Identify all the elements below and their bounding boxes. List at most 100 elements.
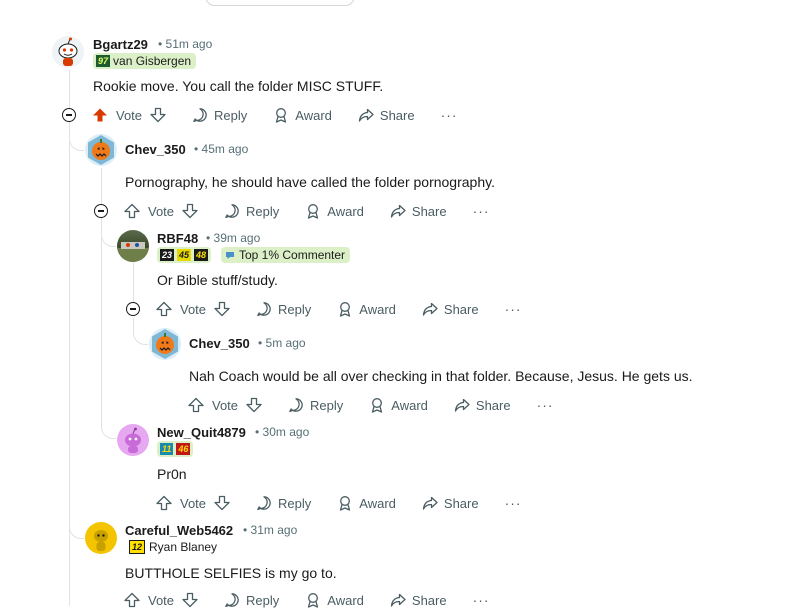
pumpkin-snoo-avatar-icon xyxy=(152,329,178,359)
upvote-icon[interactable] xyxy=(92,107,108,123)
reply-button[interactable]: Reply xyxy=(256,301,311,317)
collapse-thread-button[interactable] xyxy=(126,302,140,316)
collapse-thread-button[interactable] xyxy=(62,108,76,122)
thread-connector xyxy=(69,128,84,151)
share-button[interactable]: Share xyxy=(454,397,511,413)
award-button[interactable]: Award xyxy=(337,301,396,317)
reply-label: Reply xyxy=(246,592,280,608)
share-label: Share xyxy=(411,203,447,219)
award-button[interactable]: Award xyxy=(273,107,332,123)
pumpkin-snoo-avatar-icon xyxy=(88,135,114,165)
award-label: Award xyxy=(359,301,396,317)
reply-icon xyxy=(257,496,271,511)
more-options-icon[interactable]: ··· xyxy=(505,495,522,511)
share-label: Share xyxy=(443,301,479,317)
avatar[interactable] xyxy=(117,424,149,456)
award-label: Award xyxy=(359,495,396,511)
car-number-badge: 97 xyxy=(96,55,111,67)
comment-text: Pr0n xyxy=(157,466,187,482)
comment-text: Nah Coach would be all over checking in … xyxy=(189,368,693,384)
reply-button[interactable]: Reply xyxy=(192,107,247,123)
reply-icon xyxy=(193,108,207,123)
flair-text: Ryan Blaney xyxy=(149,540,218,554)
award-button[interactable]: Award xyxy=(305,203,364,219)
more-options-icon[interactable]: ··· xyxy=(505,301,522,317)
timestamp[interactable]: • 5m ago xyxy=(258,336,306,350)
share-button[interactable]: Share xyxy=(390,203,447,219)
vote-control: Vote xyxy=(156,301,230,317)
comment-text: Or Bible stuff/study. xyxy=(157,272,278,288)
award-icon xyxy=(340,302,351,317)
avatar[interactable] xyxy=(85,522,117,554)
comment-actions: Vote Reply Award Share ··· xyxy=(156,493,522,513)
award-label: Award xyxy=(327,203,364,219)
timestamp[interactable]: • 30m ago xyxy=(255,425,309,439)
comment-actions: Vote Reply Award Share ··· xyxy=(156,299,522,319)
downvote-icon[interactable] xyxy=(214,495,230,511)
award-icon xyxy=(276,108,287,123)
share-button[interactable]: Share xyxy=(422,301,479,317)
downvote-icon[interactable] xyxy=(182,203,198,219)
share-icon xyxy=(454,398,470,412)
username[interactable]: RBF48 xyxy=(157,231,198,246)
more-options-icon[interactable]: ··· xyxy=(441,107,458,123)
car-number-badge: 11 xyxy=(160,443,174,455)
award-icon xyxy=(372,398,383,413)
award-button[interactable]: Award xyxy=(369,397,428,413)
flair-text: Top 1% Commenter xyxy=(239,248,346,262)
reply-label: Reply xyxy=(278,495,312,511)
share-button[interactable]: Share xyxy=(358,107,415,123)
reply-button[interactable]: Reply xyxy=(256,495,311,511)
share-label: Share xyxy=(411,592,447,608)
reply-button[interactable]: Reply xyxy=(224,203,279,219)
username[interactable]: Careful_Web5462 xyxy=(125,523,233,538)
vote-control: Vote xyxy=(188,397,262,413)
vote-label: Vote xyxy=(180,301,207,317)
avatar[interactable] xyxy=(117,230,149,262)
share-icon xyxy=(422,302,438,316)
snoo-avatar-icon xyxy=(94,530,108,551)
upvote-icon[interactable] xyxy=(188,397,204,413)
username[interactable]: New_Quit4879 xyxy=(157,425,246,440)
username[interactable]: Chev_350 xyxy=(125,142,186,157)
user-flair: 97 van Gisbergen xyxy=(93,53,197,69)
username[interactable]: Chev_350 xyxy=(189,336,250,351)
vote-control: Vote xyxy=(156,495,230,511)
comment-actions: Vote Reply Award Share ··· xyxy=(124,201,490,221)
timestamp[interactable]: • 45m ago xyxy=(194,142,248,156)
comment-actions: Vote Reply Award Share ··· xyxy=(92,105,458,125)
flair-text: van Gisbergen xyxy=(113,54,192,68)
car-number-badge: 46 xyxy=(176,443,191,455)
timestamp[interactable]: • 31m ago xyxy=(243,523,297,537)
car-number-flair: 11 46 xyxy=(157,441,194,457)
thread-connector xyxy=(133,318,148,345)
upvote-icon[interactable] xyxy=(156,301,172,317)
downvote-icon[interactable] xyxy=(214,301,230,317)
top-partial-box xyxy=(205,0,355,6)
upvote-icon[interactable] xyxy=(124,203,140,219)
downvote-icon[interactable] xyxy=(150,107,166,123)
vote-label: Vote xyxy=(180,495,207,511)
reply-label: Reply xyxy=(214,107,248,123)
more-options-icon[interactable]: ··· xyxy=(473,203,490,219)
more-options-icon[interactable]: ··· xyxy=(537,397,554,413)
vote-control: Vote xyxy=(92,107,166,123)
avatar[interactable] xyxy=(85,134,117,166)
vote-label: Vote xyxy=(148,592,175,608)
avatar[interactable] xyxy=(149,328,181,360)
reply-button[interactable]: Reply xyxy=(288,397,343,413)
upvote-icon[interactable] xyxy=(156,495,172,511)
collapse-thread-button[interactable] xyxy=(94,204,108,218)
snoo-avatar-icon xyxy=(125,427,141,453)
snoo-avatar-icon xyxy=(58,37,78,66)
timestamp[interactable]: • 39m ago xyxy=(206,231,260,245)
timestamp[interactable]: • 51m ago xyxy=(158,37,212,51)
commenter-icon xyxy=(226,252,234,259)
award-button[interactable]: Award xyxy=(337,495,396,511)
share-button[interactable]: Share xyxy=(422,495,479,511)
reply-label: Reply xyxy=(246,203,280,219)
vote-control: Vote xyxy=(124,203,198,219)
avatar[interactable] xyxy=(52,36,84,68)
username[interactable]: Bgartz29 xyxy=(93,37,148,52)
downvote-icon[interactable] xyxy=(246,397,262,413)
